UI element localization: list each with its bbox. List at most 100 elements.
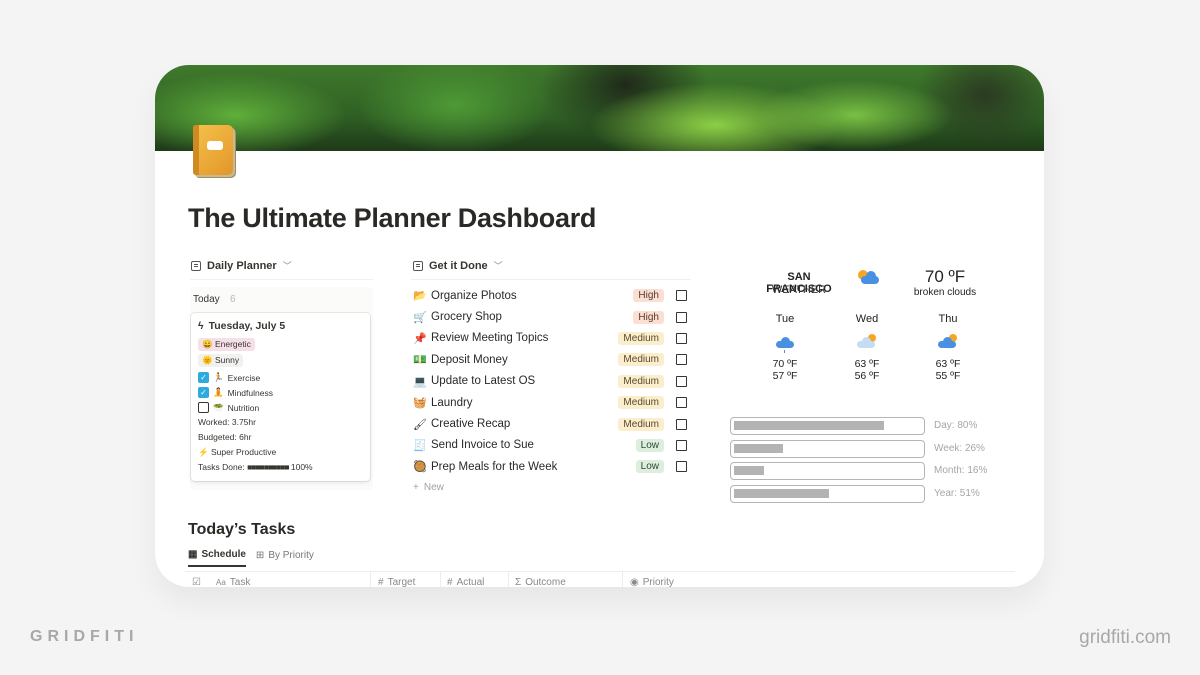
notion-page-card: The Ultimate Planner Dashboard Daily Pla… [155, 65, 1044, 587]
number-icon: # [378, 577, 384, 587]
progress-bar [730, 484, 925, 503]
task-row[interactable]: 🛒 Grocery Shop High [411, 306, 691, 327]
divider [411, 279, 691, 280]
text-icon: Aa [216, 578, 226, 587]
night-cloud-icon [837, 331, 897, 353]
task-emoji-icon: 🛒 [413, 311, 427, 324]
board-icon: ⊞ [255, 550, 265, 561]
task-checkbox[interactable] [676, 418, 687, 430]
chevron-down-icon: ﹀ [282, 261, 292, 271]
task-row[interactable]: 📌 Review Meeting Topics Medium [411, 328, 691, 349]
task-row[interactable]: 🥘 Prep Meals for the Week Low [411, 456, 691, 477]
task-emoji-icon: 🖌 [413, 418, 427, 431]
plus-icon: + [413, 482, 419, 494]
task-row[interactable]: 💻 Update to Latest OS Medium [411, 371, 691, 392]
forecast-day: Tue 70 ºF 57 ºF [755, 313, 815, 382]
priority-badge: Medium [618, 353, 664, 367]
habit-checkbox[interactable]: ✓ [198, 387, 209, 398]
habit-checkbox[interactable] [198, 402, 209, 413]
mood-tag-label: Energetic [214, 339, 251, 349]
task-row[interactable]: 📂 Organize Photos High [411, 285, 691, 306]
task-name[interactable]: Grocery Shop [431, 311, 633, 323]
habit-label: Nutrition [227, 402, 260, 413]
habit-checkbox[interactable]: ✓ [198, 372, 209, 383]
column-label: Task [229, 577, 251, 587]
habit-exercise: ✓ 🏃 Exercise [198, 370, 363, 385]
notebook-icon[interactable] [193, 125, 237, 177]
column-actual[interactable]: # Actual [447, 577, 484, 587]
forecast-low: 56 ºF [854, 370, 880, 382]
weather-subtitle: WEATHER [771, 284, 827, 296]
column-priority[interactable]: ◉ Priority [630, 577, 674, 587]
task-checkbox[interactable] [676, 354, 687, 366]
daily-planner-view-selector[interactable]: Daily Planner ﹀ [191, 259, 292, 272]
habit-label: Exercise [227, 372, 261, 383]
task-name[interactable]: Review Meeting Topics [431, 332, 618, 344]
progress-label: Year: 51% [934, 487, 980, 499]
priority-badge: Medium [618, 374, 664, 388]
tab-schedule[interactable]: ▦ Schedule [188, 549, 246, 567]
new-task-button[interactable]: + New [411, 478, 691, 498]
task-checkbox[interactable] [676, 290, 687, 302]
progress-label: Week: 26% [934, 442, 985, 454]
daily-planner-card[interactable]: ϟ Tuesday, July 5 😄 Energetic 🌞 Sunny ✓ … [191, 313, 370, 481]
forecast-day-name: Wed [855, 313, 879, 325]
brand-logo: GRIDFITI [30, 628, 139, 645]
exercise-emoji-icon: 🏃 [213, 372, 224, 382]
column-label: Priority [642, 577, 674, 587]
list-view-icon [413, 260, 423, 271]
task-row[interactable]: 🖌 Creative Recap Medium [411, 413, 691, 434]
tab-by-priority[interactable]: ⊞ By Priority [256, 549, 314, 567]
sun-emoji-icon: 🌞 [202, 355, 213, 365]
task-row[interactable]: 💵 Deposit Money Medium [411, 349, 691, 370]
nutrition-emoji-icon: 🥗 [213, 402, 224, 412]
column-target[interactable]: # Target [378, 577, 415, 587]
column-done[interactable]: ☑ [192, 577, 201, 587]
progress-fill [734, 443, 783, 453]
progress-fill [734, 421, 884, 430]
task-emoji-icon: 📌 [413, 332, 427, 345]
daily-planner-label: Daily Planner [207, 259, 277, 272]
sun-cloud-icon [858, 270, 880, 284]
tasks-done: Tasks Done: ■■■■■■■■■■ 100% [198, 460, 363, 475]
current-temperature: 70 ºF [924, 267, 966, 286]
task-checkbox[interactable] [676, 461, 687, 473]
mood-tag: 😄 Energetic [198, 338, 255, 351]
task-checkbox[interactable] [676, 397, 687, 409]
column-task[interactable]: Aa Task [216, 577, 250, 587]
progress-bar [730, 462, 925, 480]
task-name[interactable]: Creative Recap [431, 418, 618, 430]
task-name[interactable]: Organize Photos [431, 290, 633, 302]
priority-badge: Low [635, 460, 664, 474]
task-row[interactable]: 🧾 Send Invoice to Sue Low [411, 435, 691, 456]
task-checkbox[interactable] [676, 311, 687, 323]
cover-image[interactable] [155, 65, 1044, 151]
task-name[interactable]: Prep Meals for the Week [431, 461, 636, 473]
task-row[interactable]: 🧺 Laundry Medium [411, 392, 691, 413]
mindfulness-emoji-icon: 🧘 [213, 387, 224, 397]
forecast-high: 63 ºF [935, 358, 961, 370]
task-checkbox[interactable] [676, 375, 687, 387]
habit-mindfulness: ✓ 🧘 Mindfulness [198, 385, 363, 400]
productivity-rating: ⚡ Super Productive [198, 445, 363, 460]
column-outcome[interactable]: Σ Outcome [515, 577, 566, 587]
progress-label: Month: 16% [934, 465, 988, 476]
forecast-day: Thu 63 ºF 55 ºF [918, 313, 978, 382]
task-list: 📂 Organize Photos High 🛒 Grocery Shop High 📌 Re… [411, 285, 691, 498]
priority-badge: High [633, 310, 664, 324]
column-label: Actual [456, 577, 485, 587]
page-title[interactable]: The Ultimate Planner Dashboard [188, 203, 596, 234]
task-name[interactable]: Send Invoice to Sue [431, 439, 636, 451]
task-name[interactable]: Laundry [431, 397, 618, 409]
priority-badge: Medium [618, 417, 664, 431]
formula-icon: Σ [515, 577, 522, 587]
task-checkbox[interactable] [676, 439, 687, 451]
task-checkbox[interactable] [676, 332, 687, 344]
tasks-done-bar: ■■■■■■■■■■ [247, 462, 289, 472]
get-it-done-view-selector[interactable]: Get it Done ﹀ [413, 259, 503, 272]
tasks-done-percent: 100% [290, 462, 313, 472]
task-name[interactable]: Update to Latest OS [431, 375, 618, 387]
habit-label: Mindfulness [227, 387, 273, 398]
lightning-emoji-icon: ⚡ [198, 447, 209, 457]
task-name[interactable]: Deposit Money [431, 354, 618, 366]
